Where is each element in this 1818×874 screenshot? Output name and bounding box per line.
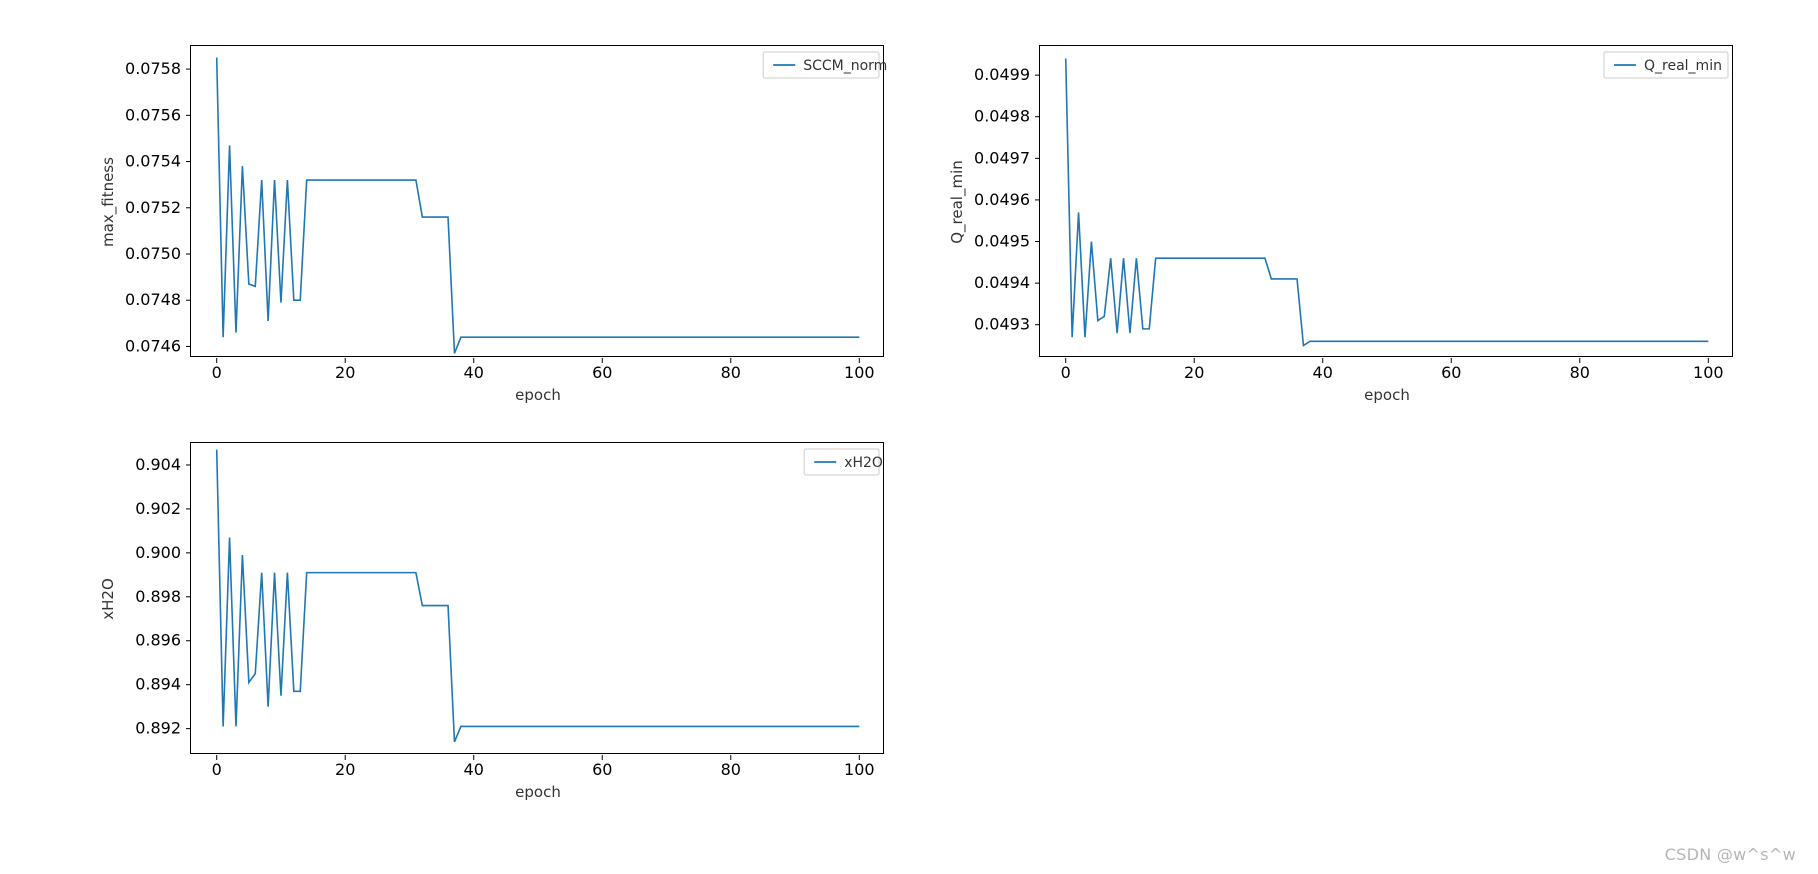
y-tick-label: 0.902 xyxy=(135,499,181,518)
y-tick-label: 0.0493 xyxy=(974,315,1030,334)
y-tick-label: 0.898 xyxy=(135,587,181,606)
x-tick-label: 80 xyxy=(721,363,741,382)
figure: 0 20 40 60 80 100 0.0746 0.0748 0.0750 0.0752 0.07… xyxy=(0,0,1818,874)
y-tick-label: 0.904 xyxy=(135,455,181,474)
x-tick-label: 80 xyxy=(721,760,741,779)
x-tick-label: 100 xyxy=(844,363,875,382)
y-tick-label: 0.892 xyxy=(135,719,181,738)
y-tick-label: 0.0748 xyxy=(125,290,181,309)
y-tick-label: 0.0756 xyxy=(125,105,181,124)
legend-label: xH2O xyxy=(844,455,883,471)
series-line xyxy=(217,450,860,742)
series-line xyxy=(217,58,860,354)
y-tick-label: 0.900 xyxy=(135,543,181,562)
x-tick-label: 60 xyxy=(1441,363,1461,382)
x-tick-label: 80 xyxy=(1570,363,1590,382)
x-tick-label: 20 xyxy=(1184,363,1204,382)
x-tick-label: 60 xyxy=(592,363,612,382)
x-tick-label: 20 xyxy=(335,760,355,779)
x-tick-label: 60 xyxy=(592,760,612,779)
subplot-top-right: 0 20 40 60 80 100 0.0493 0.0494 0.0495 0.0496 0.04… xyxy=(929,40,1738,407)
x-tick-label: 100 xyxy=(1693,363,1724,382)
axes-sccm-norm: 0204060801000.07460.07480.07500.07520.07… xyxy=(190,45,884,357)
y-axis-label: max_fitness xyxy=(99,157,118,247)
y-axis-label: xH2O xyxy=(99,578,117,620)
x-tick-label: 40 xyxy=(1313,363,1333,382)
x-axis-label: epoch xyxy=(515,386,561,404)
y-tick-label: 0.0497 xyxy=(974,148,1030,167)
y-tick-label: 0.0499 xyxy=(974,65,1030,84)
series-line xyxy=(1066,58,1709,345)
x-tick-label: 40 xyxy=(464,760,484,779)
x-axis-label: epoch xyxy=(515,783,561,801)
axes-q-real-min: 0204060801000.04930.04940.04950.04960.04… xyxy=(1039,45,1733,357)
y-tick-label: 0.0496 xyxy=(974,190,1030,209)
y-tick-label: 0.0758 xyxy=(125,59,181,78)
y-tick-label: 0.0750 xyxy=(125,244,181,263)
y-tick-label: 0.0495 xyxy=(974,232,1030,251)
y-tick-label: 0.894 xyxy=(135,675,181,694)
subplot-grid: 0 20 40 60 80 100 0.0746 0.0748 0.0750 0.0752 0.07… xyxy=(0,0,1818,874)
x-axis-label: epoch xyxy=(1364,386,1410,404)
subplot-bottom-left: 0 20 40 60 80 100 0.892 0.894 0.896 0.898 0.900 0.9… xyxy=(80,437,889,804)
subplot-top-left: 0 20 40 60 80 100 0.0746 0.0748 0.0750 0.0752 0.07… xyxy=(80,40,889,407)
y-tick-label: 0.896 xyxy=(135,631,181,650)
legend-label: SCCM_norm xyxy=(803,58,887,74)
y-tick-label: 0.0494 xyxy=(974,273,1030,292)
legend-label: Q_real_min xyxy=(1644,58,1722,74)
x-tick-label: 0 xyxy=(212,363,222,382)
axes-xh2o: 0204060801000.8920.8940.8960.8980.9000.9… xyxy=(190,442,884,754)
y-tick-label: 0.0754 xyxy=(125,152,181,171)
y-tick-label: 0.0498 xyxy=(974,107,1030,126)
watermark-text: CSDN @w^s^w xyxy=(1665,845,1796,864)
subplot-bottom-right-empty xyxy=(929,437,1738,804)
x-tick-label: 20 xyxy=(335,363,355,382)
x-tick-label: 0 xyxy=(212,760,222,779)
x-tick-label: 0 xyxy=(1061,363,1071,382)
y-tick-label: 0.0746 xyxy=(125,336,181,355)
x-tick-label: 40 xyxy=(464,363,484,382)
y-axis-label: Q_real_min xyxy=(948,160,967,244)
x-tick-label: 100 xyxy=(844,760,875,779)
y-tick-label: 0.0752 xyxy=(125,198,181,217)
